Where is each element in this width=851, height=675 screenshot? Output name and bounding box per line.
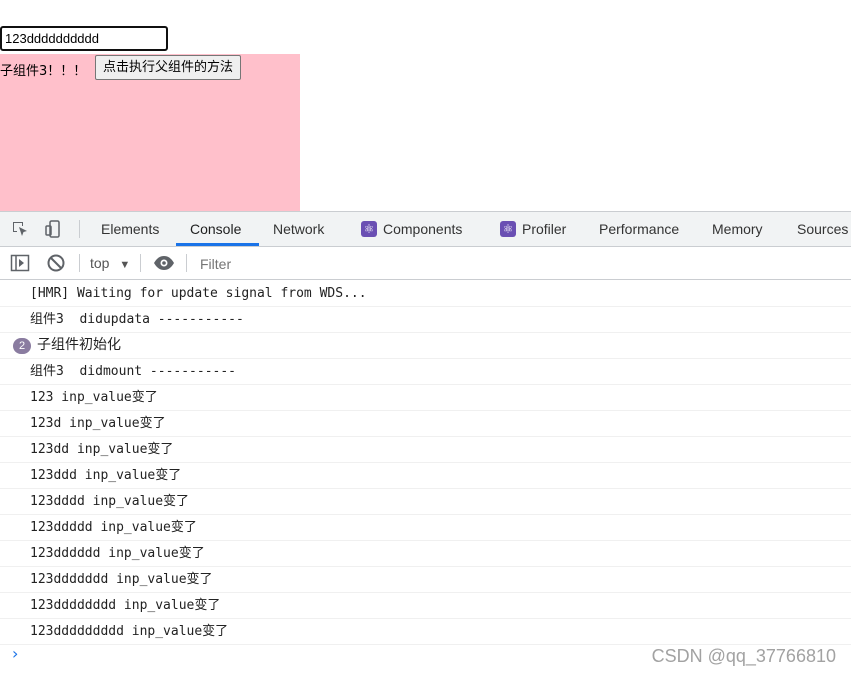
- console-message-text: 组件3 didmount -----------: [30, 364, 237, 379]
- tabbar-separator: [79, 220, 80, 238]
- console-message: 123dd inp_value变了: [0, 437, 851, 463]
- tab-profiler-label: Profiler: [522, 221, 567, 237]
- console-message: 123ddddddddd inp_value变了: [0, 619, 851, 645]
- tab-console[interactable]: Console: [190, 212, 241, 246]
- tab-elements[interactable]: Elements: [101, 212, 159, 246]
- console-message: 123 inp_value变了: [0, 385, 851, 411]
- console-message: 123dddd inp_value变了: [0, 489, 851, 515]
- console-message-text: 123d inp_value变了: [30, 416, 166, 431]
- console-message-text: 123dd inp_value变了: [30, 442, 174, 457]
- repeat-count-badge: 2: [13, 338, 31, 354]
- tab-sources[interactable]: Sources: [797, 212, 848, 246]
- console-message-text: 组件3 didupdata -----------: [30, 312, 244, 327]
- child-component-label: 子组件3！！！: [0, 64, 87, 79]
- console-message: 123dddddddd inp_value变了: [0, 593, 851, 619]
- console-message-text: 123 inp_value变了: [30, 390, 158, 405]
- console-message-text: 子组件初始化: [37, 337, 121, 353]
- console-message-text: 123dddd inp_value变了: [30, 494, 190, 509]
- tab-components-label: Components: [383, 221, 463, 237]
- dropdown-arrow-icon: ▼: [119, 259, 131, 271]
- console-messages: [HMR] Waiting for update signal from WDS…: [0, 281, 851, 645]
- call-parent-method-button[interactable]: 点击执行父组件的方法: [95, 55, 242, 80]
- console-message: 组件3 didmount -----------: [0, 359, 851, 385]
- console-message: 123ddddddd inp_value变了: [0, 567, 851, 593]
- console-message: 123dddddd inp_value变了: [0, 541, 851, 567]
- tab-performance[interactable]: Performance: [599, 212, 679, 246]
- show-sidebar-icon[interactable]: [10, 253, 30, 273]
- console-prompt-chevron-icon[interactable]: ›: [12, 644, 18, 663]
- device-toolbar-icon[interactable]: [44, 219, 64, 239]
- context-selector[interactable]: top ▼: [90, 247, 130, 279]
- console-message-text: 123ddd inp_value变了: [30, 468, 182, 483]
- tab-network[interactable]: Network: [273, 212, 324, 246]
- react-icon: [361, 221, 377, 237]
- console-filter-input[interactable]: [194, 253, 846, 275]
- console-message-text: 123ddddddddd inp_value变了: [30, 624, 229, 639]
- react-icon: [500, 221, 516, 237]
- console-message: 组件3 didupdata -----------: [0, 307, 851, 333]
- toolbar-separator: [186, 254, 187, 272]
- console-message: 123ddddd inp_value变了: [0, 515, 851, 541]
- console-message: 123ddd inp_value变了: [0, 463, 851, 489]
- console-message: [HMR] Waiting for update signal from WDS…: [0, 281, 851, 307]
- devtools-panel: Elements Console Network Components Prof…: [0, 211, 851, 675]
- toolbar-separator: [140, 254, 141, 272]
- clear-console-icon[interactable]: [46, 253, 66, 273]
- active-tab-indicator: [176, 243, 259, 246]
- toolbar-separator: [79, 254, 80, 272]
- console-message: 123d inp_value变了: [0, 411, 851, 437]
- live-expression-eye-icon[interactable]: [153, 253, 174, 273]
- tab-memory[interactable]: Memory: [712, 212, 763, 246]
- tab-components[interactable]: Components: [361, 212, 462, 246]
- page-area: 子组件3！！！ 点击执行父组件的方法: [0, 0, 851, 211]
- console-message-text: 123ddddd inp_value变了: [30, 520, 197, 535]
- tab-profiler[interactable]: Profiler: [500, 212, 566, 246]
- console-message: 2 子组件初始化: [0, 333, 851, 359]
- text-input[interactable]: [0, 26, 168, 51]
- watermark: CSDN @qq_37766810: [651, 646, 836, 666]
- console-message-text: 123dddddddd inp_value变了: [30, 598, 221, 613]
- inspect-element-icon[interactable]: [10, 219, 30, 239]
- console-toolbar: top ▼: [0, 247, 851, 280]
- console-message-text: [HMR] Waiting for update signal from WDS…: [30, 286, 367, 301]
- console-message-text: 123ddddddd inp_value变了: [30, 572, 213, 587]
- devtools-tabbar: Elements Console Network Components Prof…: [0, 212, 851, 247]
- context-value: top: [90, 255, 110, 271]
- console-message-text: 123dddddd inp_value变了: [30, 546, 205, 561]
